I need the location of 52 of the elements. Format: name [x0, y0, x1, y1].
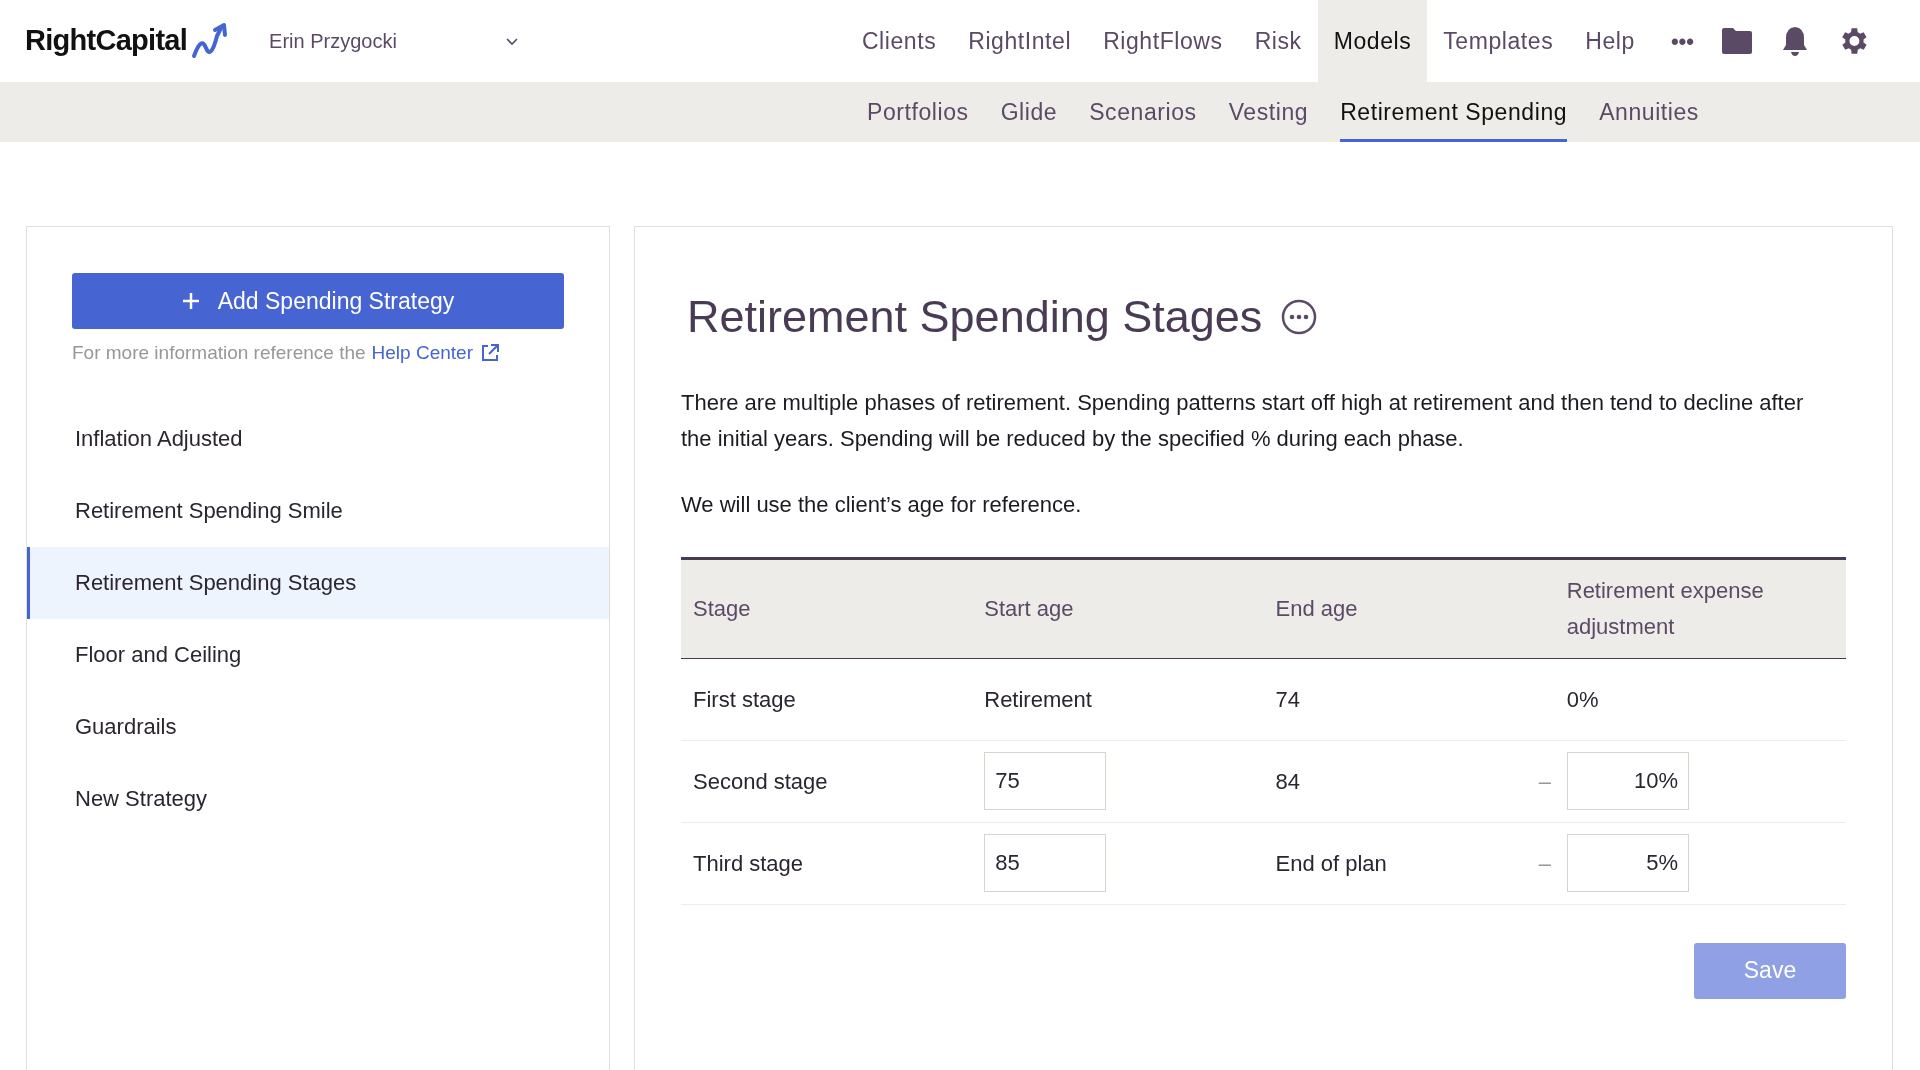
adjustment: 0%	[1566, 686, 1599, 712]
start-age-input[interactable]: 85	[984, 834, 1107, 892]
description-text: There are multiple phases of retirement. Spending patterns start off high at retirement and then tend to decline after the initial years. Spending will be reduced by the specified % during each phase.	[681, 388, 1805, 453]
sidebar-item[interactable]: Guardrails	[27, 690, 609, 763]
sidebar-item[interactable]: New Strategy	[27, 762, 609, 835]
end-age: End of plan	[1275, 850, 1387, 876]
bell-icon[interactable]	[1780, 25, 1810, 57]
nav-tab[interactable]: RightIntel	[952, 0, 1088, 82]
page-title: Retirement Spending Stages	[687, 290, 1263, 344]
subnav-tab[interactable]: Glide	[1000, 82, 1058, 142]
column-header: Start age	[984, 595, 1074, 621]
nav-tab[interactable]: Models	[1317, 0, 1428, 82]
more-options-icon[interactable]	[1280, 297, 1319, 336]
logo-arrow-icon	[191, 22, 230, 60]
chevron-down-icon	[505, 36, 520, 46]
column-header: Retirement expense adjustment	[1566, 576, 1765, 641]
nav-tab[interactable]: Help	[1569, 0, 1651, 82]
logo-wordmark: RightCapital	[25, 23, 188, 59]
column-header: Stage	[693, 595, 751, 621]
stage-name: First stage	[693, 686, 796, 712]
client-dropdown[interactable]: Erin Przygocki	[269, 0, 520, 82]
sidebar-item[interactable]: Retirement Spending Smile	[27, 474, 609, 547]
stage-name: Second stage	[693, 768, 828, 794]
plus-icon	[181, 292, 200, 310]
adjustment-input[interactable]: 5%	[1567, 834, 1689, 892]
add-strategy-button[interactable]: Add Spending Strategy	[72, 273, 564, 329]
nav-tab[interactable]: RightFlows	[1087, 0, 1239, 82]
start-age: Retirement	[984, 686, 1092, 712]
sidebar-item[interactable]: Retirement Spending Stages	[27, 546, 609, 619]
sidebar-item[interactable]: Floor and Ceiling	[27, 618, 609, 691]
nav-tab[interactable]: Risk	[1238, 0, 1318, 82]
description-text: We will use the client’s age for reference.	[681, 490, 1083, 519]
help-text: For more information reference the	[72, 341, 366, 365]
column-header: End age	[1275, 595, 1358, 621]
end-age: 84	[1275, 768, 1300, 794]
more-menu[interactable]: •••	[1670, 24, 1694, 58]
minus-sign: –	[1538, 767, 1551, 796]
subnav-tab[interactable]: Portfolios	[867, 82, 969, 142]
sidebar-item[interactable]: Inflation Adjusted	[27, 402, 609, 475]
end-age: 74	[1275, 686, 1300, 712]
folder-icon[interactable]	[1720, 26, 1754, 56]
adjustment-input[interactable]: 10%	[1567, 752, 1689, 810]
subnav-tab[interactable]: Retirement Spending	[1340, 82, 1568, 142]
subnav-tab[interactable]: Scenarios	[1089, 82, 1197, 142]
nav-tab[interactable]: Templates	[1427, 0, 1570, 82]
minus-sign: –	[1538, 849, 1551, 878]
subnav-tab[interactable]: Annuities	[1599, 82, 1699, 142]
nav-tab[interactable]: Clients	[845, 0, 953, 82]
stage-name: Third stage	[693, 850, 804, 876]
help-center-link[interactable]: Help Center	[371, 339, 473, 368]
start-age-input[interactable]: 75	[984, 752, 1107, 810]
subnav-tab[interactable]: Vesting	[1228, 82, 1309, 142]
